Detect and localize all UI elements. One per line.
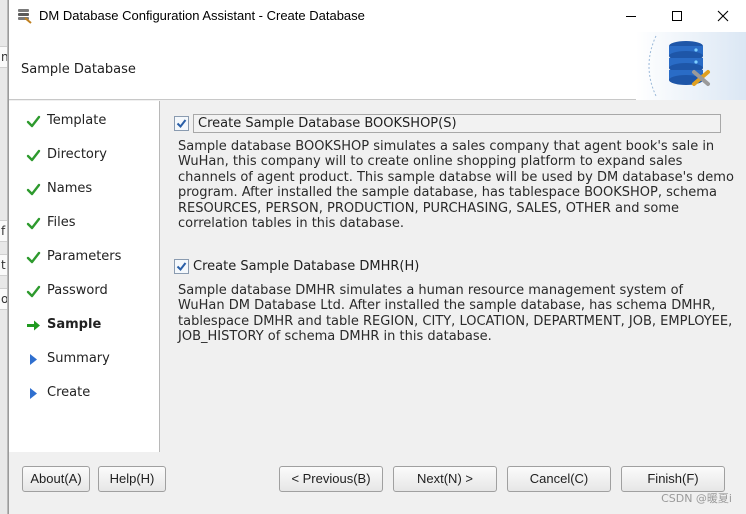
cancel-button[interactable]: Cancel(C) [507, 466, 611, 492]
dmhr-description: Sample database DMHR simulates a human r… [178, 283, 733, 345]
background-fragment: n [0, 46, 7, 68]
step-label: Template [47, 113, 107, 128]
wizard-header: Sample Database [9, 32, 746, 100]
step-label: Create [47, 385, 91, 400]
checkmark-icon [26, 217, 41, 230]
checkmark-icon [176, 262, 187, 272]
database-icon [636, 32, 746, 100]
content-panel: Create Sample Database BOOKSHOP(S) Sampl… [161, 101, 746, 452]
button-bar: About(A) Help(H) < Previous(B) Next(N) >… [9, 452, 746, 514]
triangle-right-icon [30, 354, 37, 365]
close-icon [717, 10, 729, 22]
step-label: Names [47, 181, 93, 196]
minimize-button[interactable] [608, 0, 654, 32]
background-fragment: t [0, 254, 7, 276]
window-title: DM Database Configuration Assistant - Cr… [39, 8, 365, 23]
finish-button[interactable]: Finish(F) [621, 466, 725, 492]
page-title: Sample Database [21, 62, 136, 77]
step-label: Directory [47, 147, 107, 162]
wizard-steps: Template Directory Names Files Parameter… [9, 101, 160, 452]
step-parameters: Parameters [9, 243, 159, 271]
bookshop-description: Sample database BOOKSHOP simulates a sal… [178, 139, 734, 232]
bookshop-checkbox-label[interactable]: Create Sample Database BOOKSHOP(S) [193, 114, 721, 133]
title-bar[interactable]: DM Database Configuration Assistant - Cr… [9, 0, 746, 32]
maximize-button[interactable] [654, 0, 700, 32]
triangle-right-icon [30, 388, 37, 399]
step-label: Sample [47, 317, 102, 332]
dmhr-checkbox-label[interactable]: Create Sample Database DMHR(H) [193, 258, 419, 275]
step-label: Parameters [47, 249, 122, 264]
checkmark-icon [26, 285, 41, 298]
background-fragment: o [0, 288, 7, 310]
dmhr-checkbox[interactable] [174, 259, 189, 274]
previous-button[interactable]: < Previous(B) [279, 466, 383, 492]
step-sample: Sample [9, 311, 159, 339]
arrow-right-icon [27, 320, 40, 331]
dmhr-option[interactable]: Create Sample Database DMHR(H) [174, 258, 419, 275]
app-icon [18, 9, 32, 24]
dialog-window: DM Database Configuration Assistant - Cr… [8, 0, 746, 514]
background-fragment: f [0, 220, 7, 242]
minimize-icon [626, 16, 636, 17]
checkmark-icon [26, 149, 41, 162]
next-button[interactable]: Next(N) > [393, 466, 497, 492]
step-password: Password [9, 277, 159, 305]
background-window: n f t o [0, 0, 8, 514]
step-files: Files [9, 209, 159, 237]
bookshop-option[interactable]: Create Sample Database BOOKSHOP(S) [174, 114, 721, 133]
close-button[interactable] [700, 0, 746, 32]
step-label: Password [47, 283, 108, 298]
step-summary: Summary [9, 345, 159, 373]
help-button[interactable]: Help(H) [98, 466, 166, 492]
step-label: Summary [47, 351, 110, 366]
step-label: Files [47, 215, 76, 230]
maximize-icon [672, 11, 682, 21]
checkmark-icon [26, 183, 41, 196]
checkmark-icon [176, 119, 187, 129]
about-button[interactable]: About(A) [22, 466, 90, 492]
checkmark-icon [26, 251, 41, 264]
step-names: Names [9, 175, 159, 203]
step-create: Create [9, 379, 159, 407]
bookshop-checkbox[interactable] [174, 116, 189, 131]
checkmark-icon [26, 115, 41, 128]
watermark: CSDN @暖夏i [661, 492, 732, 505]
step-template: Template [9, 107, 159, 135]
step-directory: Directory [9, 141, 159, 169]
